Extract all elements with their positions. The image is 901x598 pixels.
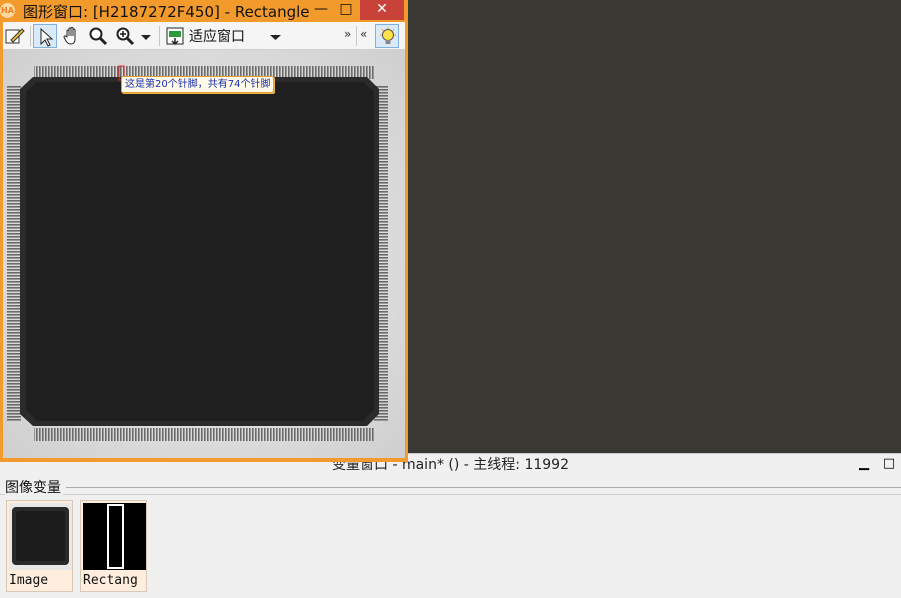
minimize-button[interactable]: — (310, 0, 332, 20)
magnifier-icon (89, 27, 108, 46)
pointer-arrow-icon (40, 27, 54, 47)
halcon-app-icon: HA (0, 3, 15, 18)
toolbar-separator (356, 26, 357, 46)
toolbar-overflow-icon[interactable]: » (344, 27, 351, 41)
lightbulb-icon (380, 27, 396, 44)
section-divider (0, 494, 901, 495)
variable-window-maximize-button[interactable]: □ (878, 454, 900, 476)
toolbar-separator (30, 26, 31, 46)
dropdown-arrow-icon (270, 35, 281, 40)
variable-window: 变量窗口 - main* () - 主线程: 11992 ▁ □ 图像变量 Im… (0, 453, 901, 598)
fit-window-icon-button[interactable] (163, 24, 187, 48)
maximize-button[interactable]: □ (335, 0, 357, 20)
rectangle-thumbnail-image (83, 503, 146, 570)
thumbnail-label: Rectang (83, 573, 138, 588)
section-divider (66, 487, 901, 488)
hand-icon (63, 26, 76, 45)
fit-window-dropdown-button[interactable] (267, 24, 285, 48)
pointer-tool-button[interactable] (33, 24, 57, 48)
zoom-in-icon (116, 27, 135, 46)
pan-tool-button[interactable] (60, 24, 84, 48)
rectangle-variable-thumbnail[interactable]: Rectang (80, 500, 147, 592)
graphics-window-titlebar[interactable]: HA 图形窗口: [H2187272F450] - Rectangle — □ … (0, 0, 408, 22)
image-variables-header: 图像变量 (5, 477, 63, 497)
graphics-window-title: 图形窗口: [H2187272F450] - Rectangle (23, 3, 310, 21)
toolbar-collapse-icon[interactable]: « (360, 27, 367, 41)
toolbar-separator (159, 26, 160, 46)
fit-window-label[interactable]: 适应窗口 (189, 26, 245, 46)
chip-thumbnail-image (9, 503, 72, 570)
edit-pencil-icon (5, 28, 25, 44)
graphics-window: HA 图形窗口: [H2187272F450] - Rectangle — □ … (0, 0, 408, 462)
dropdown-arrow-icon (141, 35, 151, 40)
pin-info-tooltip: 这是第20个针脚，共有74个针脚 (121, 76, 275, 93)
chip-image (3, 50, 405, 458)
image-variable-thumbnail[interactable]: Image (6, 500, 73, 592)
fit-window-icon (166, 27, 184, 46)
graphics-canvas[interactable]: 这是第20个针脚，共有74个针脚 (3, 50, 405, 458)
magnify-tool-button[interactable] (86, 24, 110, 48)
variable-window-minimize-button[interactable]: ▁ (853, 454, 875, 476)
edit-tool-button[interactable] (3, 24, 27, 48)
zoom-tool-button[interactable] (113, 24, 137, 48)
zoom-dropdown-button[interactable] (138, 24, 154, 48)
hint-toggle-button[interactable] (375, 24, 399, 48)
close-button[interactable]: ✕ (360, 0, 404, 20)
graphics-toolbar: 适应窗口 » « (3, 22, 405, 50)
thumbnail-label: Image (9, 573, 49, 588)
